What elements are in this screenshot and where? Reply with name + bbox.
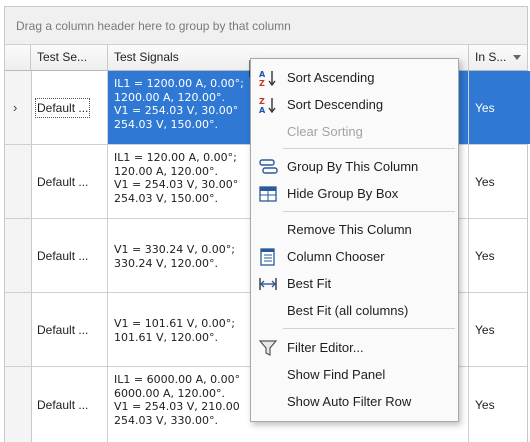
menu-item-best-fit[interactable]: Best Fit (251, 271, 458, 297)
filter-dropdown-icon[interactable] (513, 55, 521, 60)
cell-test-set-text: Default ... (37, 248, 89, 263)
menu-item-label: Sort Descending (287, 97, 384, 112)
cell-in-service[interactable]: Yes (469, 219, 530, 292)
menu-separator (283, 328, 455, 329)
column-header-context-menu: A Z Sort Ascending Z A Sort Descending C… (250, 58, 459, 422)
cell-test-set[interactable]: Default ... (31, 367, 108, 442)
group-by-panel[interactable]: Drag a column header here to group by th… (5, 7, 527, 45)
svg-text:A: A (259, 106, 266, 114)
row-indicator (5, 293, 32, 366)
cell-in-service[interactable]: Yes (469, 293, 530, 366)
group-panel-hint: Drag a column header here to group by th… (16, 19, 291, 33)
column-header-in-service-label: In S... (475, 50, 507, 64)
row-indicator: › (5, 71, 32, 144)
menu-item-label: Show Auto Filter Row (287, 394, 412, 409)
menu-item-show-find-panel[interactable]: Show Find Panel (251, 362, 458, 388)
cell-test-set-text: Default ... (37, 174, 89, 189)
cell-test-set[interactable]: Default ... (31, 71, 108, 144)
group-by-icon (259, 159, 278, 174)
cell-test-set[interactable]: Default ... (31, 219, 108, 292)
menu-separator (283, 148, 455, 149)
cell-test-set[interactable]: Default ... (31, 145, 108, 218)
row-indicator (5, 367, 32, 442)
menu-item-column-chooser[interactable]: Column Chooser (251, 244, 458, 270)
column-header-test-set[interactable]: Test Se... (31, 45, 108, 70)
cell-test-set[interactable]: Default ... (31, 293, 108, 366)
cell-test-set-text: Default ... (37, 322, 89, 337)
svg-text:A: A (259, 70, 266, 79)
menu-item-show-auto-filter-row[interactable]: Show Auto Filter Row (251, 389, 458, 415)
cell-in-service[interactable]: Yes (469, 367, 530, 442)
menu-item-clear-sorting[interactable]: Clear Sorting (251, 119, 458, 145)
svg-text:Z: Z (259, 97, 265, 106)
menu-separator (283, 211, 455, 212)
row-indicator (5, 219, 32, 292)
group-box-icon (259, 186, 277, 202)
menu-item-label: Best Fit (all columns) (287, 303, 409, 318)
row-indicator (5, 145, 32, 218)
menu-item-sort-ascending[interactable]: A Z Sort Ascending (251, 65, 458, 91)
menu-item-best-fit-all[interactable]: Best Fit (all columns) (251, 298, 458, 324)
sort-descending-icon: Z A (259, 97, 276, 114)
cell-in-service[interactable]: Yes (469, 145, 530, 218)
menu-item-label: Show Find Panel (287, 367, 386, 382)
cell-test-set-text: Default ... (35, 97, 91, 118)
menu-item-label: Filter Editor... (287, 340, 364, 355)
menu-item-label: Hide Group By Box (287, 186, 399, 201)
filter-icon (258, 340, 278, 356)
menu-item-remove-column[interactable]: Remove This Column (251, 217, 458, 243)
menu-item-sort-descending[interactable]: Z A Sort Descending (251, 92, 458, 118)
svg-text:Z: Z (259, 79, 265, 87)
menu-item-label: Remove This Column (287, 222, 412, 237)
menu-item-hide-group-box[interactable]: Hide Group By Box (251, 181, 458, 207)
column-header-in-service[interactable]: In S... (469, 45, 527, 70)
menu-item-filter-editor[interactable]: Filter Editor... (251, 335, 458, 361)
row-indicator-header (5, 45, 31, 70)
menu-item-label: Best Fit (287, 276, 332, 291)
best-fit-icon (259, 278, 277, 290)
cell-test-set-text: Default ... (37, 397, 89, 412)
menu-item-label: Clear Sorting (287, 124, 363, 139)
menu-item-label: Group By This Column (287, 159, 419, 174)
menu-item-label: Sort Ascending (287, 70, 375, 85)
menu-item-group-by-column[interactable]: Group By This Column (251, 154, 458, 180)
sort-ascending-icon: A Z (259, 70, 276, 87)
column-chooser-icon (260, 248, 275, 266)
current-row-arrow-icon: › (13, 100, 18, 115)
menu-item-label: Column Chooser (287, 249, 385, 264)
cell-in-service[interactable]: Yes (469, 71, 530, 144)
